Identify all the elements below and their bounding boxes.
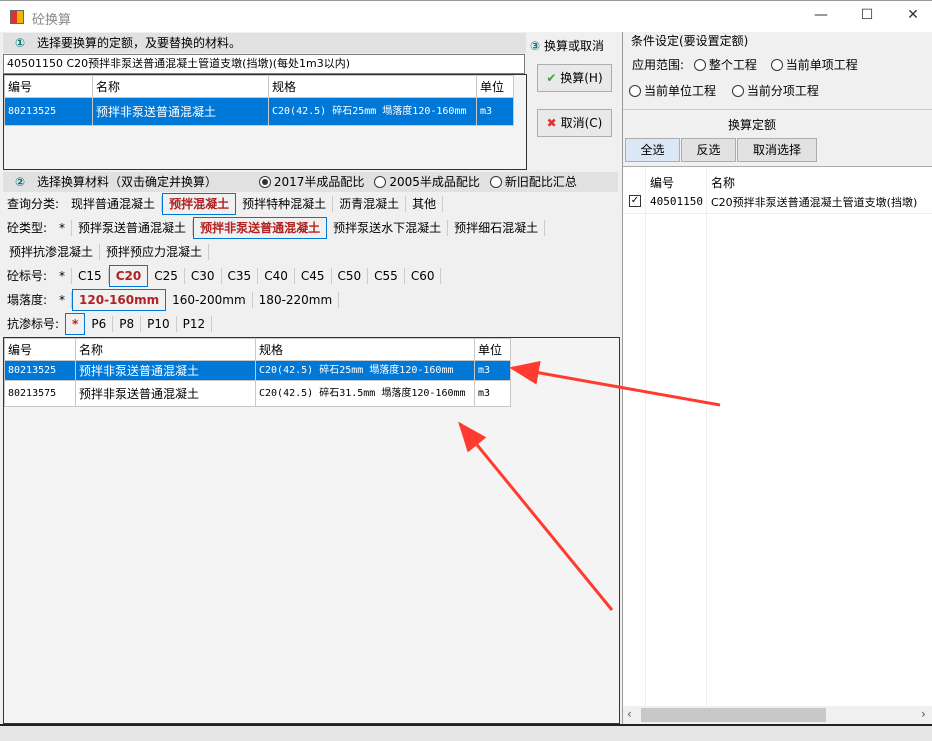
annotation-arrows xyxy=(458,360,721,611)
arrow-annotation xyxy=(458,421,614,611)
arrow-annotation xyxy=(509,360,721,407)
